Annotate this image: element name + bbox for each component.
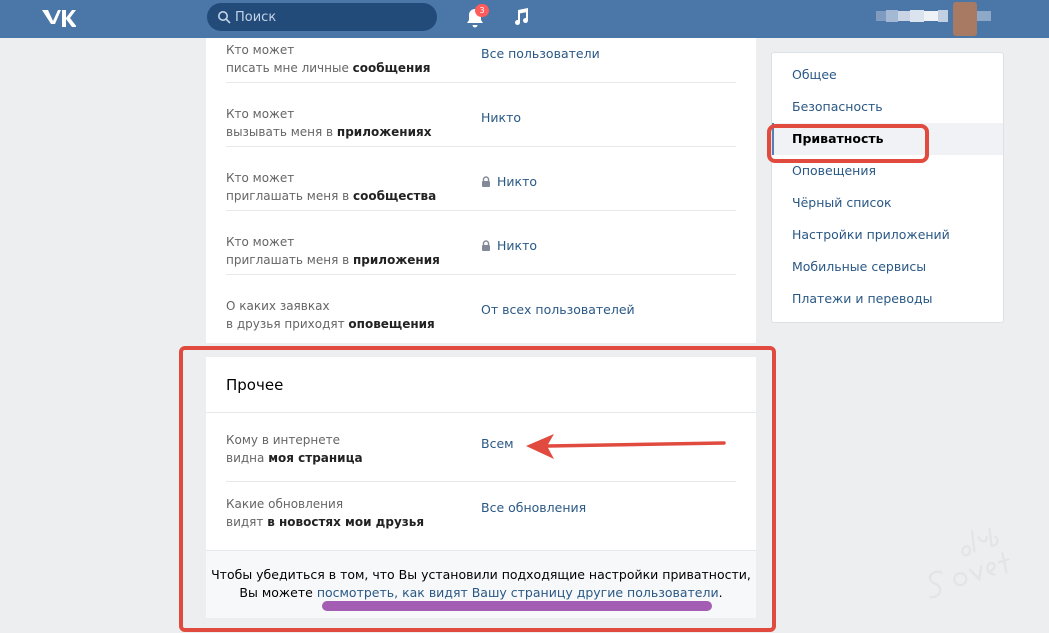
row-value-link[interactable]: Никто <box>481 174 537 189</box>
divider <box>226 274 736 275</box>
row-label: Кому в интернете видна моя страница <box>226 433 363 465</box>
privacy-row[interactable]: Какие обновления видят в новостях мои дру… <box>226 487 736 551</box>
other-section-card: Прочее Кому в интернете видна моя страниц… <box>206 357 756 618</box>
row-value-link[interactable]: Все пользователи <box>481 46 600 61</box>
section-header: Прочее <box>206 357 756 413</box>
row-label: Кто может вызывать меня в приложениях <box>226 107 432 139</box>
divider <box>226 481 736 482</box>
row-label: Какие обновления видят в новостях мои дру… <box>226 497 425 529</box>
divider <box>226 146 736 147</box>
row-label: Кто может приглашать меня в приложения <box>226 235 440 267</box>
divider <box>226 210 736 211</box>
row-label: Кто может писать мне личные сообщения <box>226 43 431 75</box>
lock-icon <box>482 176 490 187</box>
menu-item-mobile-services[interactable]: Мобильные сервисы <box>772 251 1003 283</box>
search-box[interactable] <box>207 3 437 31</box>
menu-item-notifications[interactable]: Оповещения <box>772 155 1003 187</box>
privacy-row[interactable]: Кто может писать мне личные сообщения Все… <box>226 33 736 97</box>
row-value-link[interactable]: Никто <box>481 238 537 253</box>
lock-icon <box>482 240 490 251</box>
settings-menu: Общее Безопасность Приватность Оповещени… <box>771 52 1004 323</box>
row-value-link[interactable]: Всем <box>481 436 514 451</box>
privacy-row[interactable]: Кто может приглашать меня в приложения Ни… <box>226 225 736 289</box>
row-label: Кто может приглашать меня в сообщества <box>226 171 437 203</box>
avatar[interactable] <box>953 2 977 36</box>
row-value-link[interactable]: Все обновления <box>481 500 586 515</box>
menu-item-payments[interactable]: Платежи и переводы <box>772 283 1003 315</box>
view-page-as-others-link[interactable]: посмотреть, как видят Вашу страницу друг… <box>317 585 719 600</box>
purple-underline-annotation <box>322 601 712 611</box>
row-value-link[interactable]: Никто <box>481 110 521 125</box>
privacy-row[interactable]: О каких заявках в друзья приходят оповеще… <box>226 289 736 353</box>
privacy-settings-card: Кто может писать мне личные сообщения Все… <box>206 38 756 343</box>
vk-logo-icon[interactable] <box>40 6 76 30</box>
section-title: Прочее <box>226 376 284 394</box>
menu-item-blacklist[interactable]: Чёрный список <box>772 187 1003 219</box>
row-label: О каких заявках в друзья приходят оповеще… <box>226 299 435 331</box>
privacy-row[interactable]: Кто может приглашать меня в сообщества Ни… <box>226 161 736 225</box>
club-sovet-watermark <box>929 528 1010 599</box>
divider <box>226 82 736 83</box>
menu-item-security[interactable]: Безопасность <box>772 91 1003 123</box>
row-value-link[interactable]: От всех пользователей <box>481 302 635 317</box>
search-icon <box>218 11 231 24</box>
privacy-row[interactable]: Кто может вызывать меня в приложениях Ник… <box>226 97 736 161</box>
red-arrow-annotation <box>526 434 726 459</box>
search-input[interactable] <box>235 3 425 31</box>
menu-item-general[interactable]: Общее <box>772 59 1003 91</box>
menu-item-privacy[interactable]: Приватность <box>772 123 1003 155</box>
menu-item-app-settings[interactable]: Настройки приложений <box>772 219 1003 251</box>
music-icon[interactable] <box>512 7 530 27</box>
notifications-badge: 3 <box>475 4 489 17</box>
